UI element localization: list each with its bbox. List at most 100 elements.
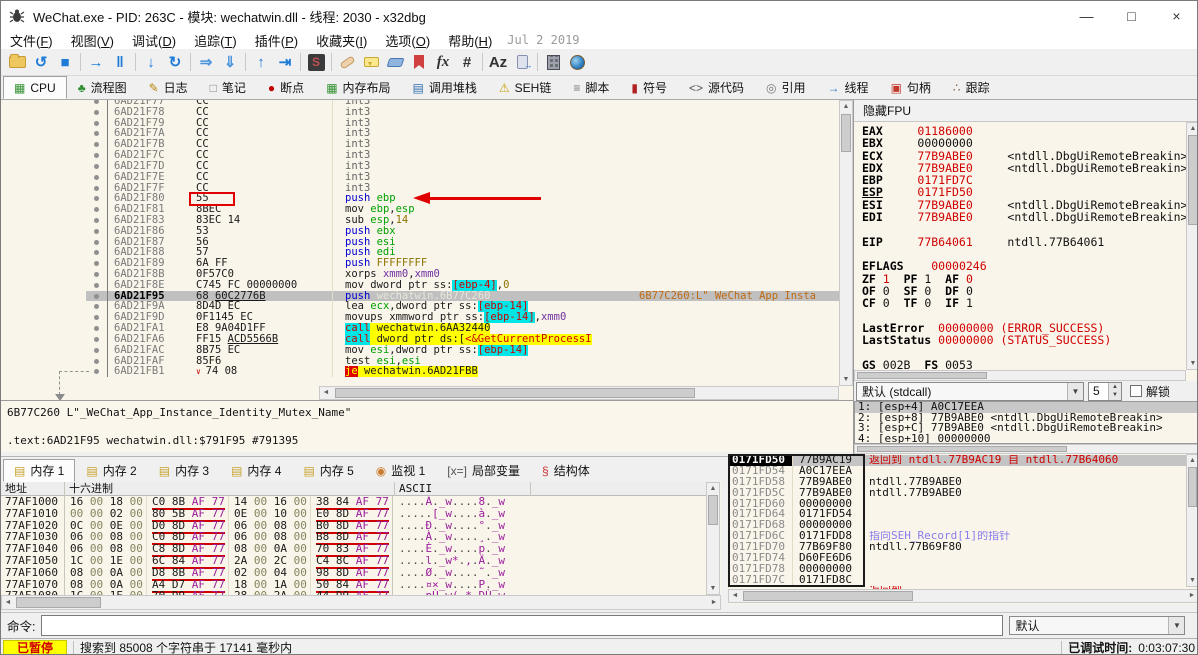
toolbar-labels-button[interactable] <box>383 51 407 74</box>
toolbar-pause-button[interactable]: ‖ <box>108 51 132 74</box>
register-line[interactable]: EIP 77B64061 ntdll.77B64061 <box>862 236 1186 248</box>
dump-hscrollbar[interactable]: ◄ ► <box>1 595 721 610</box>
toolbar-execute-till-return-button[interactable]: ↑ <box>249 51 273 74</box>
command-script-select[interactable]: 默认 ▼ <box>1009 616 1186 635</box>
breakpoint-dot-icon[interactable] <box>86 269 108 280</box>
bottom-tab-memory-5[interactable]: ▤ 内存 5 <box>292 459 364 482</box>
breakpoint-dot-icon[interactable] <box>86 117 108 129</box>
menu-item-p[interactable]: 插件(P) <box>246 31 307 50</box>
breakpoint-dot-icon[interactable] <box>86 171 108 183</box>
stack-row[interactable]: 0171FD5C 77B9ABE0 ntdll.77B9ABE0 <box>728 487 1186 499</box>
bottom-tab-memory-4[interactable]: ▤ 内存 4 <box>220 459 292 482</box>
stack-panel[interactable]: 0171FD50 77B9AC19 返回到 ntdll.77B9AC19 自 ntd… <box>728 454 1197 604</box>
stack-row[interactable]: 0171FD74 D60FE6D6 <box>728 552 1186 564</box>
calling-convention-select[interactable]: 默认 (stdcall) ▼ <box>856 381 1084 401</box>
tab-references[interactable]: ◎ 引用 <box>755 76 817 99</box>
minimize-button[interactable]: — <box>1064 1 1109 31</box>
bottom-tab-watch-1[interactable]: ◉ 监视 1 <box>365 459 437 482</box>
registers-hscrollbar[interactable] <box>854 370 1186 381</box>
hex-dump-panel[interactable]: 地址 十六进制 ASCII 77AF1000 16 00 18 00 C0 8B A… <box>1 482 721 610</box>
toolbar-step-into-source-button[interactable]: ⇓ <box>218 51 242 74</box>
disassembly-vscrollbar[interactable]: ▲ ▼ <box>839 100 853 386</box>
close-button[interactable]: × <box>1154 1 1197 31</box>
toolbar-run-unconditional-button[interactable]: ⇒ <box>194 51 218 74</box>
toolbar-scylla-button[interactable]: S <box>304 51 328 74</box>
stack-row[interactable]: 0171FD70 77B69F80 ntdll.77B69F80 <box>728 541 1186 554</box>
tab-graph[interactable]: ♣ 流程图 <box>67 76 138 99</box>
menu-item-i[interactable]: 收藏夹(I) <box>307 31 376 50</box>
menu-item-t[interactable]: 追踪(T) <box>185 31 246 50</box>
stack-hscrollbar[interactable]: ◄ ► <box>728 589 1197 603</box>
breakpoint-dot-icon[interactable] <box>86 225 108 237</box>
command-input[interactable] <box>41 615 1004 636</box>
breakpoint-dot-icon[interactable] <box>86 160 108 172</box>
call-arguments-list[interactable]: 1: [esp+4] A0C17EEA 2: [esp+8] 77B9ABE0 <… <box>854 401 1197 444</box>
breakpoint-dot-icon[interactable] <box>86 236 108 248</box>
arguments-hscrollbar[interactable] <box>854 444 1197 454</box>
toolbar-run-button[interactable]: → <box>84 51 108 74</box>
tab-seh[interactable]: ⚠ SEH链 <box>488 76 562 99</box>
toolbar-functions-button[interactable]: fx <box>431 51 455 74</box>
menu-item-o[interactable]: 选项(O) <box>376 31 439 50</box>
tab-symbols[interactable]: ▮ 符号 <box>620 76 678 99</box>
breakpoint-dot-icon[interactable] <box>86 193 108 205</box>
breakpoint-dot-icon[interactable] <box>86 150 108 161</box>
registers-list[interactable]: EAX 01186000 EBX 00000000 ECX 77B9ABE0 <nt… <box>854 122 1186 370</box>
toolbar-open-file-button[interactable] <box>5 51 29 74</box>
maximize-button[interactable]: □ <box>1109 1 1154 31</box>
breakpoint-dot-icon[interactable] <box>86 323 108 334</box>
stack-row[interactable]: 0171FD54 A0C17EEA <box>728 465 1186 477</box>
breakpoint-dot-icon[interactable] <box>86 301 108 313</box>
menu-item-f[interactable]: 文件(F) <box>1 31 62 50</box>
tab-memmap[interactable]: ▦ 内存布局 <box>315 76 401 99</box>
breakpoint-dot-icon[interactable] <box>86 214 108 226</box>
breakpoint-dot-icon[interactable] <box>86 355 108 367</box>
breakpoint-dot-icon[interactable] <box>86 312 108 324</box>
menu-item-v[interactable]: 视图(V) <box>62 31 123 50</box>
stack-row[interactable]: 0171FD6C 0171FDD8 指向SEH_Record[1]的指针 <box>728 530 1186 543</box>
breakpoint-dot-icon[interactable] <box>86 333 108 345</box>
toolbar-patches-button[interactable] <box>335 51 359 74</box>
tab-log[interactable]: ✎ 日志 <box>138 76 199 99</box>
bottom-tab-struct[interactable]: § 结构体 <box>531 459 601 482</box>
toolbar-step-into-button[interactable]: ↓ <box>139 51 163 74</box>
toolbar-favourites-button[interactable] <box>565 51 589 74</box>
toolbar-comments-button[interactable] <box>359 51 383 74</box>
disassembly-hscrollbar[interactable]: ◄ <box>319 386 839 400</box>
disassembly-panel[interactable]: 6AD21F77 CC int3 6AD21F78 CC int3 6AD21F79 CC in… <box>1 100 853 400</box>
dump-vscrollbar[interactable]: ▲ ▼ <box>706 482 720 595</box>
breakpoint-dot-icon[interactable] <box>86 128 108 140</box>
register-line[interactable]: LastStatus 00000000 (STATUS_SUCCESS) <box>862 334 1186 346</box>
disasm-row[interactable]: 6AD21FB1 ∨ 74 08 je wechatwin.6AD21FBB <box>86 366 839 378</box>
stack-row[interactable]: 0171FD50 77B9AC19 返回到 ntdll.77B9AC19 自 ntd… <box>728 455 1186 466</box>
bottom-tab-locals[interactable]: [x=] 局部变量 <box>436 459 531 482</box>
tab-breakpoints[interactable]: ● 断点 <box>257 76 315 99</box>
stepper-arrows-icon[interactable]: ▲ ▼ <box>1108 382 1121 400</box>
register-line[interactable]: EDI 77B9ABE0 <ntdll.DbgUiRemoteBreakin> <box>862 211 1186 223</box>
tab-script[interactable]: ≡ 脚本 <box>562 76 620 99</box>
toolbar-hash-button[interactable]: # <box>455 51 479 74</box>
breakpoint-dot-icon[interactable] <box>86 100 108 107</box>
menu-item-d[interactable]: 调试(D) <box>123 31 185 50</box>
hide-fpu-button[interactable]: 隐藏FPU <box>854 100 1197 122</box>
unlock-checkbox[interactable]: 解锁 <box>1130 383 1170 400</box>
tab-threads[interactable]: → 线程 <box>817 76 880 99</box>
bottom-tab-memory-1[interactable]: ▤ 内存 1 <box>3 459 76 482</box>
breakpoint-dot-icon[interactable] <box>86 366 108 378</box>
breakpoint-dot-icon[interactable] <box>86 204 108 215</box>
register-line[interactable]: GS 002B FS 0053 <box>862 358 1186 370</box>
tab-cpu[interactable]: ▦ CPU <box>3 76 67 99</box>
stack-row[interactable]: 0171FD68 00000000 <box>728 519 1186 532</box>
stack-row[interactable]: 0171FD58 77B9ABE0 ntdll.77B9ABE0 <box>728 476 1186 488</box>
toolbar-bookmarks-button[interactable] <box>407 51 431 74</box>
breakpoint-dot-icon[interactable] <box>86 258 108 269</box>
breakpoint-dot-icon[interactable] <box>86 106 108 118</box>
stack-row[interactable]: 0171FD60 00000000 <box>728 498 1186 510</box>
bottom-tab-memory-2[interactable]: ▤ 内存 2 <box>75 459 147 482</box>
stack-row[interactable]: 0171FD64 0171FD54 <box>728 509 1186 521</box>
breakpoint-dot-icon[interactable] <box>86 247 108 259</box>
tab-notes[interactable]: □ 笔记 <box>199 76 257 99</box>
checkbox-icon[interactable] <box>1130 385 1142 397</box>
menu-item-h[interactable]: 帮助(H) <box>439 31 501 50</box>
tab-source[interactable]: <> 源代码 <box>678 76 755 99</box>
